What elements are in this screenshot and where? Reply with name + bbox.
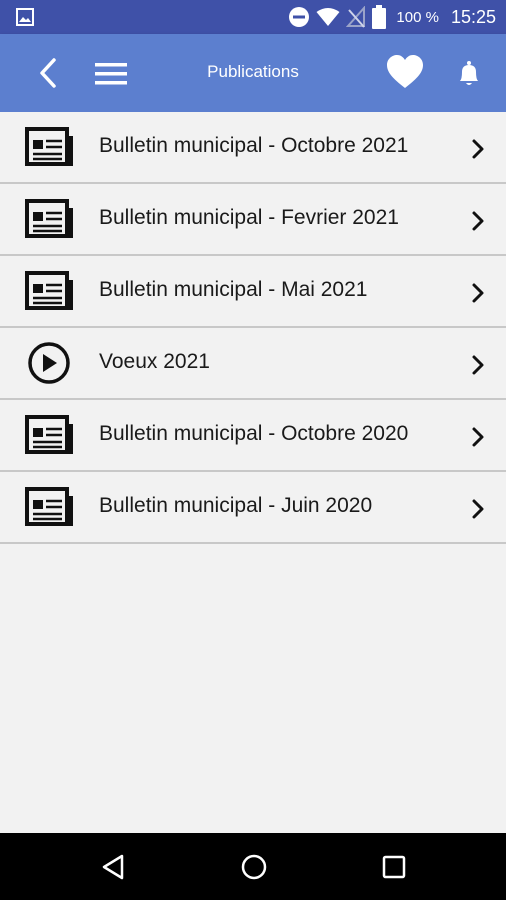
do-not-disturb-icon [289, 7, 310, 27]
heart-icon [387, 55, 423, 88]
chevron-right-icon [472, 355, 484, 375]
list-item-label: Bulletin municipal - Fevrier 2021 [99, 206, 399, 229]
newspaper-icon [25, 271, 73, 310]
battery-icon [372, 5, 387, 29]
chevron-right-icon [472, 139, 484, 159]
bell-icon [460, 61, 478, 85]
nav-recent-icon [382, 855, 406, 879]
nav-back-button[interactable] [100, 853, 128, 881]
no-signal-icon [346, 6, 366, 28]
nav-home-icon [241, 854, 267, 880]
nav-recent-button[interactable] [381, 853, 407, 881]
status-bar: 100 % 15:25 [0, 0, 506, 34]
page-title: Publications [207, 62, 299, 81]
app-bar: Publications [0, 34, 506, 112]
list-item-label: Bulletin municipal - Juin 2020 [99, 494, 373, 517]
list-item[interactable]: Bulletin municipal - Octobre 2021 [0, 112, 506, 184]
nav-home-button[interactable] [240, 853, 268, 881]
list-item-label: Voeux 2021 [99, 350, 210, 373]
list-item-label: Bulletin municipal - Octobre 2020 [99, 422, 409, 445]
newspaper-icon [25, 127, 73, 166]
chevron-right-icon [472, 499, 484, 519]
publications-list: Bulletin municipal - Octobre 2021 Bullet… [0, 112, 506, 544]
list-item[interactable]: Voeux 2021 [0, 328, 506, 400]
list-item[interactable]: Bulletin municipal - Juin 2020 [0, 472, 506, 544]
list-item[interactable]: Bulletin municipal - Octobre 2020 [0, 400, 506, 472]
navigation-bar [0, 833, 506, 900]
newspaper-icon [25, 487, 73, 526]
newspaper-icon [25, 199, 73, 238]
newspaper-icon [25, 415, 73, 454]
wifi-icon [316, 8, 340, 26]
chevron-right-icon [472, 211, 484, 231]
list-item-label: Bulletin municipal - Octobre 2021 [99, 134, 409, 157]
favorites-button[interactable] [386, 54, 424, 92]
list-item[interactable]: Bulletin municipal - Fevrier 2021 [0, 184, 506, 256]
image-icon [16, 8, 34, 26]
chevron-right-icon [472, 427, 484, 447]
battery-percentage: 100 % [396, 8, 439, 26]
list-item[interactable]: Bulletin municipal - Mai 2021 [0, 256, 506, 328]
notifications-button[interactable] [456, 60, 482, 88]
play-icon [28, 342, 70, 384]
list-item-label: Bulletin municipal - Mai 2021 [99, 278, 368, 301]
clock: 15:25 [450, 6, 496, 27]
nav-back-icon [102, 854, 124, 880]
chevron-right-icon [472, 283, 484, 303]
